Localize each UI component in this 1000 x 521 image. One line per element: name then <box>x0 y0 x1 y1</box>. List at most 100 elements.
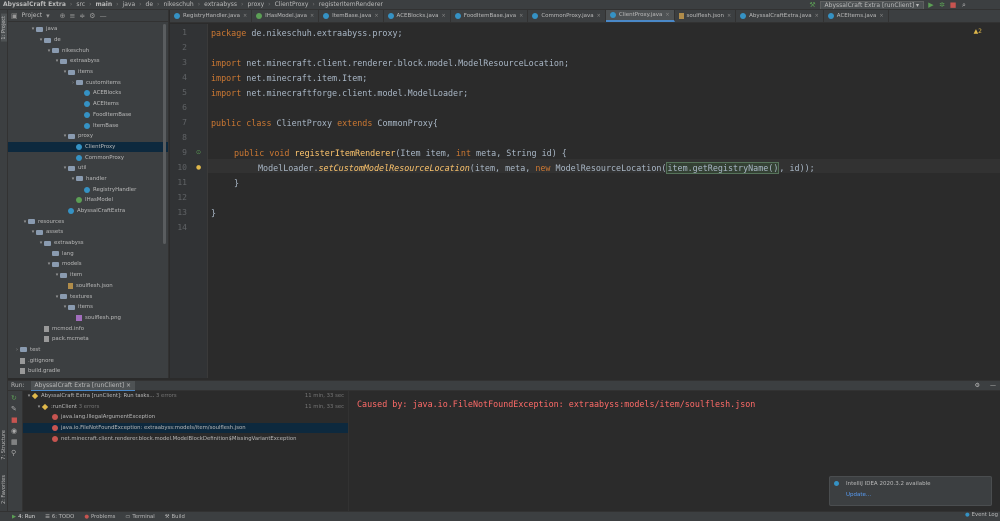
tree-item[interactable]: FoodItemBase <box>8 110 168 121</box>
tree-item[interactable]: build.gradle <box>8 366 168 377</box>
tree-item[interactable]: .gitignore <box>8 355 168 366</box>
close-icon[interactable]: × <box>310 13 314 19</box>
gear-icon[interactable]: ⚙ <box>89 12 95 20</box>
editor-tab[interactable]: ACEItems.java × <box>824 10 889 22</box>
tree-item[interactable]: ▾ handler <box>8 174 168 185</box>
structure-tool-tab[interactable]: 7: Structure <box>1 430 7 460</box>
close-icon[interactable]: × <box>727 13 731 19</box>
tree-item[interactable]: ▾ de <box>8 35 168 46</box>
locate-icon[interactable]: ⊕ <box>60 12 66 20</box>
tree-item[interactable]: ▾ textures <box>8 291 168 302</box>
lightbulb-icon[interactable]: ● <box>196 164 201 171</box>
tree-scrollbar[interactable] <box>163 24 166 244</box>
editor-tab[interactable]: AbyssalCraftExtra.java × <box>736 10 824 22</box>
editor-tab[interactable]: CommonProxy.java × <box>528 10 606 22</box>
tree-item-selected[interactable]: ClientProxy <box>8 141 168 153</box>
run-tab[interactable]: AbyssalCraft Extra [runClient] × <box>30 380 135 391</box>
expand-all-icon[interactable]: ≑ <box>79 12 85 20</box>
breadcrumb-item[interactable]: nikeschuh <box>163 1 193 8</box>
project-panel-title[interactable]: Project <box>22 12 43 19</box>
chevron-down-icon[interactable]: ▾ <box>46 12 50 20</box>
close-icon[interactable]: × <box>519 13 523 19</box>
tree-item[interactable]: ▾ extraabyss <box>8 238 168 249</box>
tree-item[interactable]: lang <box>8 248 168 259</box>
tree-item[interactable]: pack.mcmeta <box>8 334 168 345</box>
tree-item[interactable]: IHasModel <box>8 195 168 206</box>
editor-tab[interactable]: soulflesh.json × <box>675 10 737 22</box>
breadcrumb-item[interactable]: src <box>76 1 85 8</box>
tree-item[interactable]: ▾ resources <box>8 216 168 227</box>
breadcrumb-item[interactable]: ClientProxy <box>275 1 309 8</box>
editor-tab[interactable]: FoodItemBase.java × <box>451 10 529 22</box>
tree-item[interactable]: › test <box>8 345 168 356</box>
breadcrumb-item[interactable]: proxy <box>247 1 264 8</box>
collapse-all-icon[interactable]: ≡ <box>70 12 76 20</box>
editor-tab[interactable]: ItemBase.java × <box>319 10 384 22</box>
pin-icon[interactable]: ⚲ <box>11 449 22 457</box>
tree-item[interactable]: ▾ extraabyss <box>8 56 168 67</box>
todo-tool-button[interactable]: ☰ 6: TODO <box>45 514 74 520</box>
close-icon[interactable]: × <box>374 13 378 19</box>
run-tree-row[interactable]: ▾ :runClient 3 errors 11 min, 33 sec <box>23 402 348 413</box>
tree-item[interactable]: ▾ proxy <box>8 131 168 142</box>
layout-icon[interactable]: ▦ <box>11 438 22 446</box>
search-icon[interactable]: ⌕ <box>960 1 968 9</box>
editor-tab[interactable]: ACEBlocks.java × <box>384 10 451 22</box>
tree-item[interactable]: soulflesh.json <box>8 281 168 292</box>
event-log-button[interactable]: ● Event Log <box>965 512 998 518</box>
tree-item[interactable]: ▾ nikeschuh <box>8 45 168 56</box>
run-tree-row[interactable]: java.lang.IllegalArgumentException <box>23 412 348 423</box>
project-tool-tab[interactable]: 1: Project <box>1 14 7 42</box>
update-link[interactable]: Update... <box>846 492 985 498</box>
favorites-tool-tab[interactable]: 2: Favorites <box>1 475 7 504</box>
tree-item[interactable]: ▾ models <box>8 259 168 270</box>
close-icon[interactable]: × <box>665 12 669 18</box>
editor-tab[interactable]: RegistryHandler.java × <box>170 10 253 22</box>
run-tree-row-selected[interactable]: java.io.FileNotFoundException: extraabys… <box>23 422 348 434</box>
breadcrumb-item[interactable]: extraabyss <box>204 1 237 8</box>
tree-item[interactable]: ACEItems <box>8 99 168 110</box>
terminal-tool-button[interactable]: ▭ Terminal <box>125 514 154 520</box>
close-icon[interactable]: × <box>815 13 819 19</box>
breadcrumb-item[interactable]: main <box>96 1 113 8</box>
stop-icon[interactable]: ■ <box>11 416 22 424</box>
run-icon[interactable]: ▶ <box>927 1 935 9</box>
tree-item[interactable]: ▾ items <box>8 302 168 313</box>
tree-item[interactable]: ▾ util <box>8 163 168 174</box>
tree-item[interactable]: CommonProxy <box>8 152 168 163</box>
breadcrumb-item[interactable]: AbyssalCraft Extra <box>3 1 66 8</box>
tree-item[interactable]: › customitems <box>8 77 168 88</box>
tree-item[interactable]: ▾ item <box>8 270 168 281</box>
breadcrumb-item[interactable]: java <box>123 1 136 8</box>
tree-item[interactable]: RegistryHandler <box>8 184 168 195</box>
tree-item[interactable]: ▾ assets <box>8 227 168 238</box>
override-gutter-icon[interactable]: ⊙ <box>196 149 201 156</box>
close-icon[interactable]: × <box>879 13 883 19</box>
tree-item[interactable]: ▾ items <box>8 67 168 78</box>
hammer-icon[interactable]: ⚒ <box>809 1 817 9</box>
rerun-icon[interactable]: ↻ <box>11 394 22 402</box>
eye-icon[interactable]: ◉ <box>11 427 22 435</box>
run-config-dropdown[interactable]: AbyssalCraft Extra [runClient] ▾ <box>819 0 924 9</box>
tree-item[interactable]: ▾ java <box>8 24 168 35</box>
wrench-icon[interactable]: ✎ <box>11 405 22 413</box>
hide-icon[interactable]: — <box>100 12 107 20</box>
tree-item[interactable]: mcmod.info <box>8 323 168 334</box>
code-editor[interactable]: 1 2 3 4 5 6 7 8 9 10 11 12 13 14 ⊙ ● ▲2 package de.nike… <box>170 24 1000 378</box>
build-tool-button[interactable]: ⚒ Build <box>165 514 185 520</box>
problems-tool-button[interactable]: ● Problems <box>84 514 115 520</box>
close-icon[interactable]: × <box>243 13 247 19</box>
editor-tab-active[interactable]: ClientProxy.java × <box>605 10 675 22</box>
gear-icon[interactable]: ⚙ <box>975 382 980 389</box>
debug-icon[interactable]: ✲ <box>938 1 946 9</box>
tree-item[interactable]: AbyssalCraftExtra <box>8 206 168 217</box>
run-tree-row[interactable]: net.minecraft.client.renderer.block.mode… <box>23 433 348 444</box>
tree-item[interactable]: soulflesh.png <box>8 313 168 324</box>
hide-icon[interactable]: — <box>990 382 996 389</box>
tree-item[interactable]: ItemBase <box>8 120 168 131</box>
breadcrumb-item[interactable]: registerItemRenderer <box>319 1 383 8</box>
run-tree-row[interactable]: ▾ AbyssalCraft Extra [runClient]: Run ta… <box>23 391 348 402</box>
editor-tab[interactable]: IHasModel.java × <box>252 10 320 22</box>
run-tool-button[interactable]: ▶ 4: Run <box>12 514 35 520</box>
breadcrumb-item[interactable]: de <box>146 1 154 8</box>
